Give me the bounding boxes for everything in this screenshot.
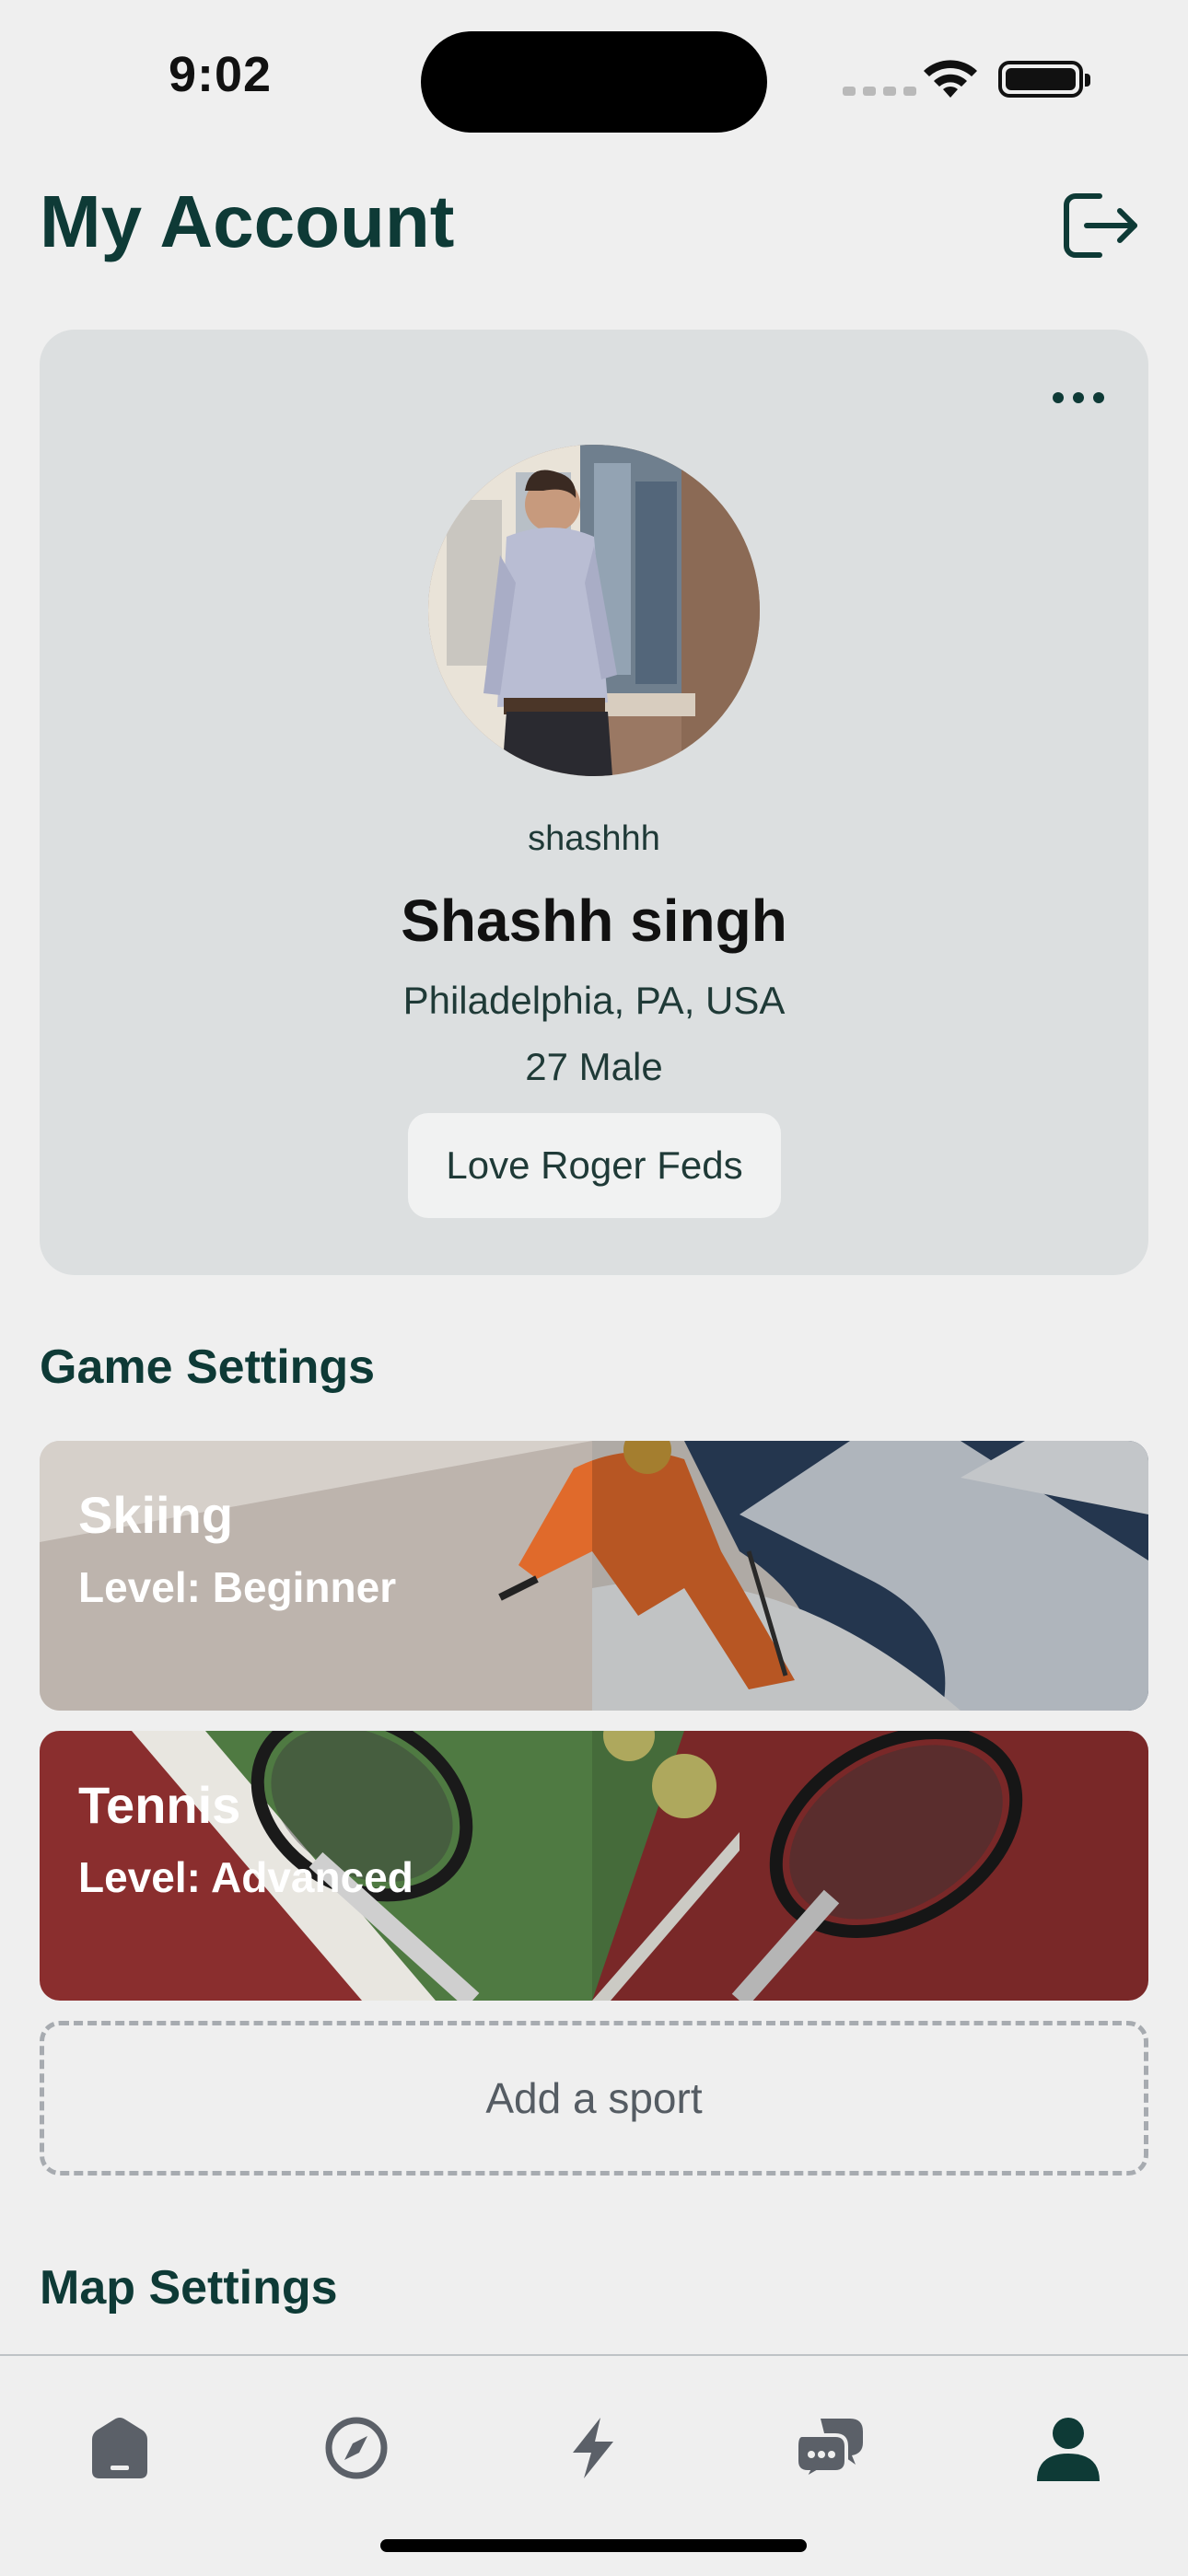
- more-options-button[interactable]: [1053, 392, 1104, 403]
- compass-icon: [325, 2417, 388, 2479]
- ellipsis-icon: [1053, 392, 1064, 403]
- battery-icon: [998, 61, 1090, 98]
- bio-chip: Love Roger Feds: [408, 1113, 781, 1218]
- map-settings-title: Map Settings: [40, 2261, 338, 2315]
- tab-home[interactable]: [74, 2402, 166, 2494]
- avatar[interactable]: [428, 445, 760, 776]
- full-name: Shashh singh: [401, 888, 787, 954]
- sport-name: Tennis: [78, 1776, 241, 1834]
- page-title: My Account: [40, 180, 455, 262]
- sport-name: Skiing: [78, 1486, 234, 1544]
- wifi-icon: [924, 60, 977, 98]
- tab-profile[interactable]: [1022, 2402, 1114, 2494]
- lightning-icon: [573, 2418, 613, 2478]
- person-icon: [1037, 2418, 1100, 2481]
- chat-icon: [795, 2419, 863, 2481]
- username: shashhh: [528, 819, 660, 858]
- add-sport-button[interactable]: Add a sport: [40, 2021, 1148, 2176]
- sport-card-skiing[interactable]: Skiing Level: Beginner: [40, 1441, 1148, 1711]
- cellular-signal-icon: [843, 87, 916, 96]
- logout-button[interactable]: [1059, 189, 1142, 262]
- tab-explore[interactable]: [310, 2402, 402, 2494]
- tab-messages[interactable]: [784, 2402, 876, 2494]
- profile-photo: [428, 445, 760, 776]
- status-time: 9:02: [169, 47, 273, 102]
- status-bar: 9:02: [0, 0, 1188, 157]
- sport-level: Level: Advanced: [78, 1853, 413, 1901]
- age-gender: 27 Male: [525, 1045, 663, 1088]
- sport-card-tennis[interactable]: Tennis Level: Advanced: [40, 1731, 1148, 2001]
- tab-activity[interactable]: [547, 2402, 639, 2494]
- logout-icon: [1064, 193, 1137, 258]
- location: Philadelphia, PA, USA: [402, 979, 786, 1022]
- home-icon: [92, 2418, 147, 2478]
- sport-level: Level: Beginner: [78, 1563, 397, 1611]
- game-settings-title: Game Settings: [40, 1340, 376, 1394]
- dynamic-island: [421, 31, 767, 133]
- home-indicator: [380, 2539, 807, 2552]
- profile-card: shashhh Shashh singh Philadelphia, PA, U…: [40, 330, 1148, 1275]
